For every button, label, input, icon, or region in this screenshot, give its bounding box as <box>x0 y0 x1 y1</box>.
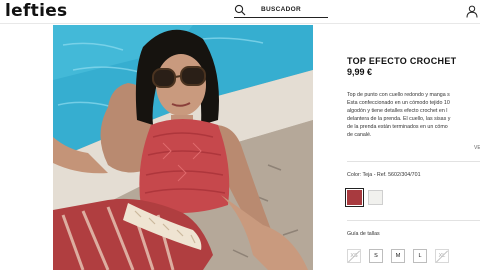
description-line: de canalé. <box>347 132 372 138</box>
color-swatch-teja[interactable] <box>345 188 364 207</box>
product-price: 9,99 € <box>347 67 373 77</box>
divider <box>347 161 480 162</box>
color-label: Color: Teja - Ref. 5602/304/701 <box>347 172 421 178</box>
description-line: de la prenda están terminados en un cómo <box>347 124 448 130</box>
search-icon <box>234 4 246 16</box>
product-image <box>53 25 313 270</box>
size-guide-link[interactable]: Guía de tallas <box>347 231 380 237</box>
search-placeholder: BUSCADOR <box>261 6 301 13</box>
description-line: Top de punto con cuello redondo y manga … <box>347 92 450 98</box>
description-line: delantera de la prenda. El cuello, las s… <box>347 116 451 122</box>
size-xs[interactable]: XS <box>347 249 361 263</box>
size-s[interactable]: S <box>369 249 383 263</box>
color-swatch-crudo[interactable] <box>368 190 383 205</box>
product-title: TOP EFECTO CROCHET <box>347 56 457 66</box>
description-line: Esta confeccionado en un cómodo tejido 1… <box>347 100 450 106</box>
product-info: TOP EFECTO CROCHET 9,99 € Top de punto c… <box>345 0 480 270</box>
divider <box>347 220 480 221</box>
size-l[interactable]: L <box>413 249 427 263</box>
product-description: Top de punto con cuello redondo y manga … <box>347 91 480 139</box>
search-input[interactable]: BUSCADOR <box>234 4 328 18</box>
logo[interactable]: lefties <box>5 1 67 21</box>
product-photo[interactable] <box>53 25 313 270</box>
description-line: algodón y tiene detalles efecto crochet … <box>347 108 448 114</box>
size-m[interactable]: M <box>391 249 405 263</box>
size-xl[interactable]: XL <box>435 249 449 263</box>
see-more-link[interactable]: VE <box>474 145 480 151</box>
